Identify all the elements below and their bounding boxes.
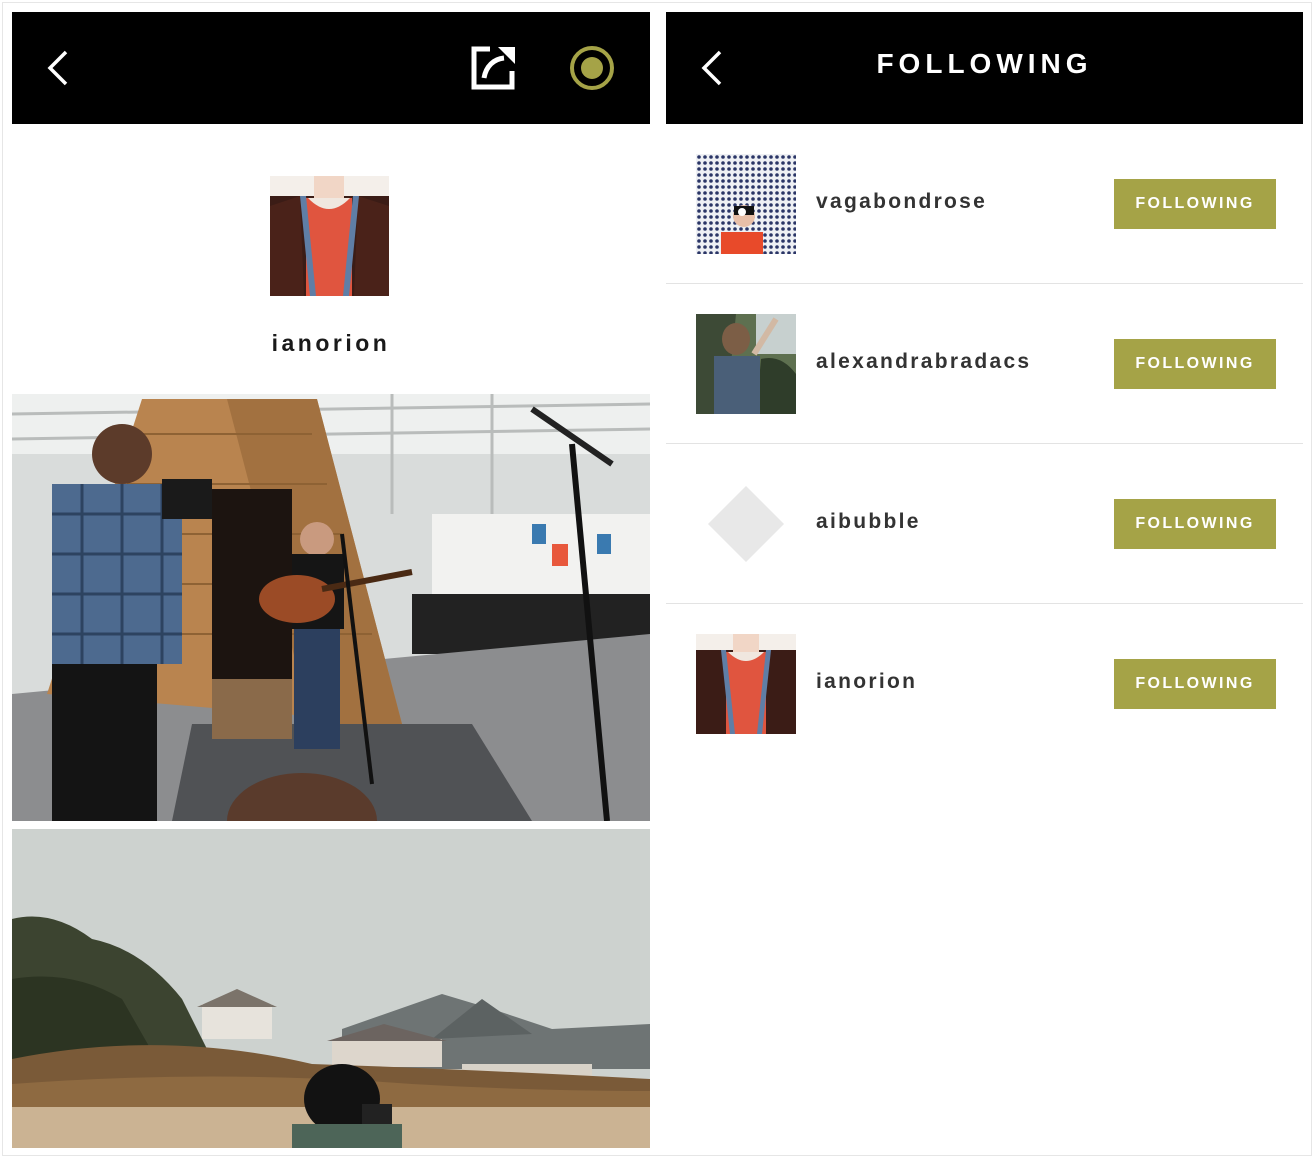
following-button[interactable]: FOLLOWING: [1114, 659, 1276, 709]
username-label[interactable]: vagabondrose: [816, 190, 987, 214]
following-list: vagabondrose FOLLOWING alexandrabradacs …: [666, 124, 1303, 763]
back-button[interactable]: [40, 48, 80, 88]
list-item: aibubble FOLLOWING: [666, 444, 1303, 604]
chevron-left-icon: [47, 50, 68, 86]
beach-photo-image: [12, 829, 650, 1148]
following-topbar: FOLLOWING: [666, 12, 1303, 124]
feed-photo-1[interactable]: [12, 394, 650, 821]
profile-username: ianorion: [271, 330, 391, 356]
profile-screen: ianorion: [12, 12, 650, 1148]
feed-photo-2[interactable]: [12, 829, 650, 1148]
default-avatar-icon: [696, 474, 796, 574]
username-label[interactable]: alexandrabradacs: [816, 350, 1031, 374]
concert-photo-image: [12, 394, 650, 821]
forest-portrait-image: [696, 314, 796, 414]
list-item: alexandrabradacs FOLLOWING: [666, 284, 1303, 444]
list-item: vagabondrose FOLLOWING: [666, 124, 1303, 284]
username-label[interactable]: ianorion: [816, 670, 917, 694]
user-avatar[interactable]: [696, 634, 796, 734]
list-item: ianorion FOLLOWING: [666, 604, 1303, 763]
jacket-portrait-image: [696, 634, 796, 734]
halftone-portrait-image: [696, 154, 796, 254]
following-button[interactable]: FOLLOWING: [1114, 499, 1276, 549]
record-button[interactable]: [568, 44, 616, 92]
record-icon: [570, 46, 614, 90]
share-icon: [471, 46, 515, 90]
user-avatar[interactable]: [696, 314, 796, 414]
following-button[interactable]: FOLLOWING: [1114, 339, 1276, 389]
following-button[interactable]: FOLLOWING: [1114, 179, 1276, 229]
profile-avatar: [270, 176, 389, 296]
jacket-portrait-image: [270, 176, 389, 296]
user-avatar[interactable]: [696, 154, 796, 254]
profile-topbar: [12, 12, 650, 124]
username-label[interactable]: aibubble: [816, 510, 921, 534]
following-screen: FOLLOWING vagabondrose FOLLOWING alexand…: [666, 12, 1303, 1148]
user-avatar[interactable]: [696, 474, 796, 574]
share-button[interactable]: [470, 44, 518, 92]
screen-title: FOLLOWING: [876, 48, 1093, 79]
